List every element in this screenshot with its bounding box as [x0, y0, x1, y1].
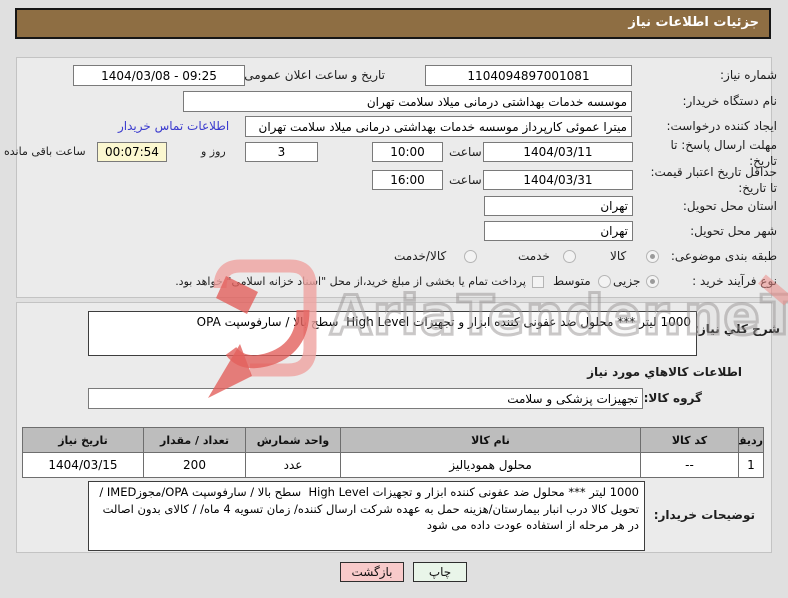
treasury-payment-checkbox[interactable]	[532, 276, 544, 288]
col-quantity: تعداد / مقدار	[143, 427, 246, 453]
goods-section-header: اطلاعات کالاهاي مورد نیاز	[587, 365, 742, 379]
city-label: شهر محل تحویل:	[690, 224, 777, 238]
buyer-name-input[interactable]	[183, 91, 632, 112]
province-input[interactable]	[484, 196, 633, 216]
goods-table: ردیف کد کالا نام کالا واحد شمارش تعداد /…	[22, 427, 764, 478]
price-validity-date-input[interactable]	[483, 170, 633, 190]
province-label: استان محل تحویل:	[682, 199, 777, 213]
response-deadline-time-input[interactable]	[372, 142, 443, 162]
cell-goods-name: محلول همودیالیز	[340, 452, 641, 478]
city-input[interactable]	[484, 221, 633, 241]
response-deadline-hour-label: ساعت	[449, 145, 482, 159]
price-validity-label-line2: تا تاریخ:	[738, 181, 777, 195]
request-creator-input[interactable]	[245, 116, 632, 137]
announce-datetime-label: تاریخ و ساعت اعلان عمومی:	[240, 68, 385, 82]
radio-minor-label: جزیی	[613, 274, 641, 288]
cell-goods-code: --	[640, 452, 739, 478]
col-unit: واحد شمارش	[245, 427, 341, 453]
days-remaining-label: روز و	[201, 145, 226, 158]
price-validity-label-line1: حداقل تاریخ اعتبار قیمت:	[650, 165, 777, 179]
price-validity-hour-label: ساعت	[449, 173, 482, 187]
col-need-date: تاریخ نیاز	[22, 427, 144, 453]
subject-class-label: طبقه بندی موضوعی:	[670, 249, 777, 263]
col-goods-name: نام کالا	[340, 427, 641, 453]
radio-medium[interactable]	[598, 275, 611, 288]
buyer-notes-label: توضیحات خریدار:	[653, 508, 755, 522]
radio-minor[interactable]	[646, 275, 659, 288]
treasury-payment-label: پرداخت تمام یا بخشی از مبلغ خرید،از محل …	[175, 275, 526, 288]
goods-group-label: گروه کالا:	[643, 391, 702, 405]
radio-medium-label: متوسط	[553, 274, 591, 288]
cell-row-number: 1	[738, 452, 764, 478]
need-number-input[interactable]	[425, 65, 632, 86]
radio-service-label: خدمت	[518, 249, 550, 263]
purchase-process-label: نوع فرآیند خرید :	[692, 274, 777, 288]
page-title: جزئیات اطلاعات نیاز	[15, 8, 771, 39]
cell-unit: عدد	[245, 452, 341, 478]
response-deadline-date-input[interactable]	[483, 142, 633, 162]
col-goods-code: کد کالا	[640, 427, 739, 453]
need-description-label: شرح کلي نیاز:	[694, 322, 780, 336]
print-button[interactable]: چاپ	[413, 562, 467, 582]
buyer-notes-textarea[interactable]: 1000 لیتر *** محلول ضد عفونی کننده ابزار…	[88, 481, 645, 551]
goods-table-row: 1 -- محلول همودیالیز عدد 200 1404/03/15	[22, 452, 764, 478]
response-deadline-label-line1: مهلت ارسال پاسخ: تا	[670, 138, 777, 152]
cell-quantity: 200	[143, 452, 246, 478]
radio-goods-service[interactable]	[464, 250, 477, 263]
time-remaining-label: ساعت باقی مانده	[4, 145, 86, 158]
radio-goods-service-label: کالا/خدمت	[394, 249, 447, 263]
back-button[interactable]: بازگشت	[340, 562, 404, 582]
price-validity-time-input[interactable]	[372, 170, 443, 190]
request-creator-label: ایجاد کننده درخواست:	[666, 119, 777, 133]
announce-datetime-input[interactable]	[73, 65, 245, 86]
goods-group-input[interactable]	[88, 388, 643, 409]
col-row-number: ردیف	[738, 427, 764, 453]
need-number-label: شماره نیاز:	[720, 68, 777, 82]
radio-service[interactable]	[563, 250, 576, 263]
tender-detail-page: جزئیات اطلاعات نیاز شماره نیاز: تاریخ و …	[0, 0, 788, 598]
goods-table-header-row: ردیف کد کالا نام کالا واحد شمارش تعداد /…	[22, 427, 764, 453]
days-remaining-input[interactable]	[245, 142, 318, 162]
buyer-name-label: نام دستگاه خریدار:	[682, 94, 778, 108]
cell-need-date: 1404/03/15	[22, 452, 144, 478]
need-description-textarea[interactable]: 1000 لیتر *** محلول ضد عفونی کننده ابزار…	[88, 311, 697, 356]
time-remaining-input[interactable]	[97, 142, 167, 162]
buyer-contact-link[interactable]: اطلاعات تماس خریدار	[118, 119, 229, 133]
radio-goods-label: کالا	[610, 249, 627, 263]
radio-goods[interactable]	[646, 250, 659, 263]
